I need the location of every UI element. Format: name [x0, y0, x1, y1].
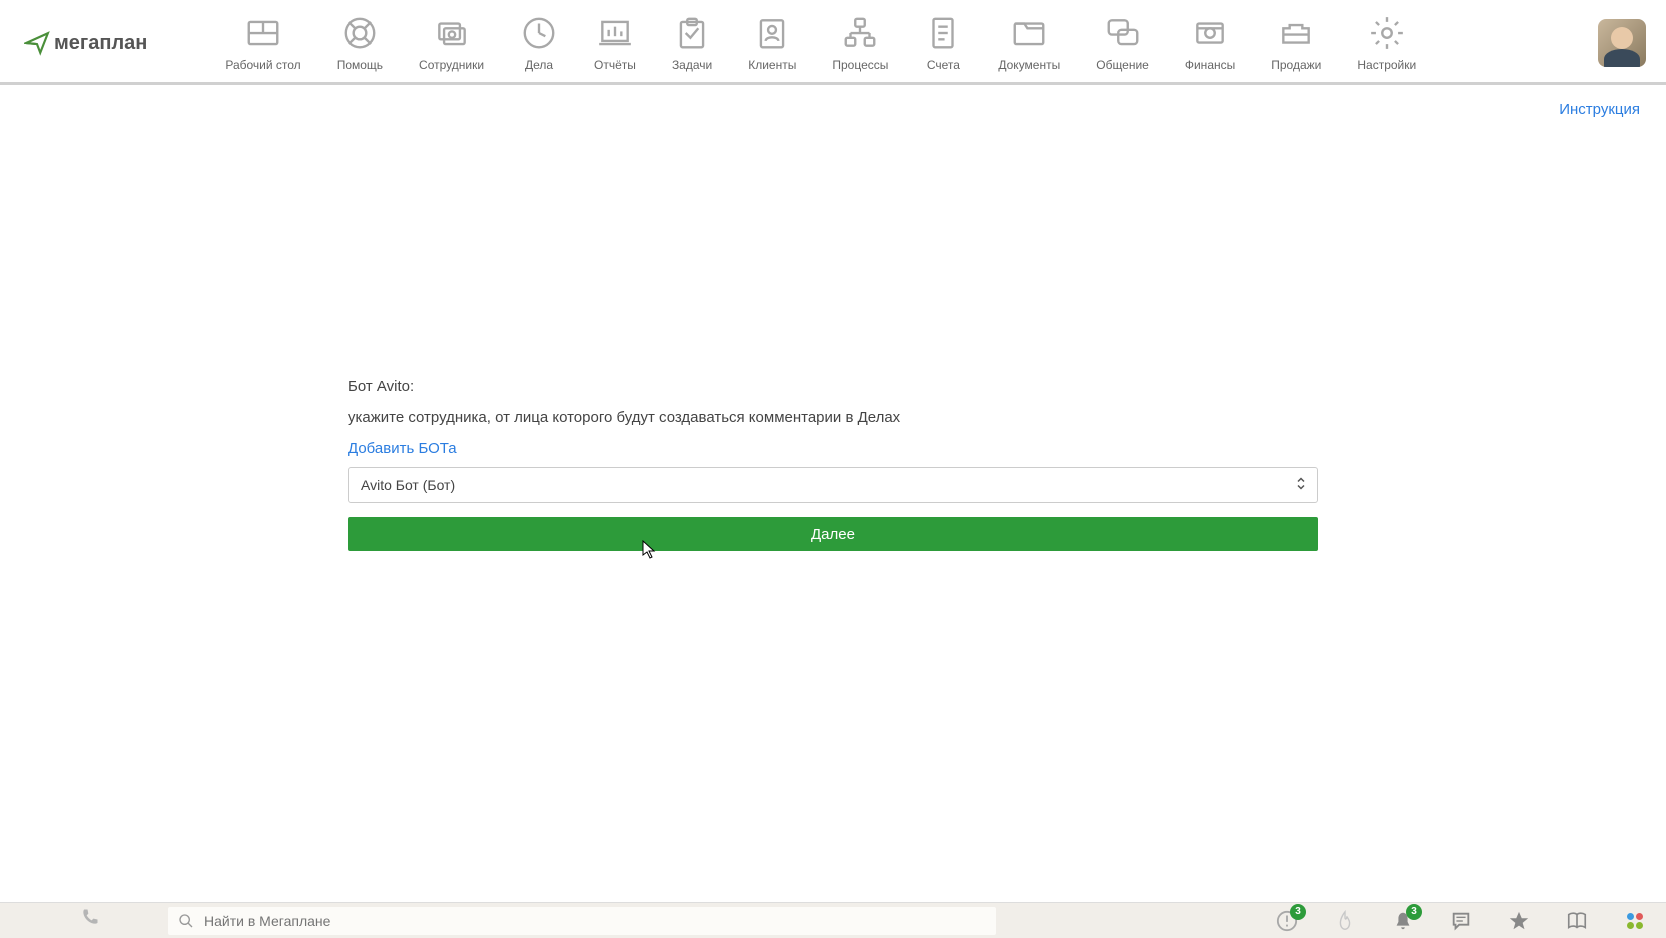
help-icon	[341, 14, 379, 52]
nav-item-clients[interactable]: Клиенты	[730, 14, 814, 72]
nav-label: Рабочий стол	[225, 58, 300, 72]
chat-icon	[1104, 14, 1142, 52]
nav-item-tasks[interactable]: Задачи	[654, 14, 730, 72]
bot-select[interactable]: Avito Бот (Бот)	[348, 467, 1318, 503]
top-navigation: мегаплан Рабочий стол Помощь Сотрудники Дел…	[0, 0, 1666, 85]
nav-item-chat[interactable]: Общение	[1078, 14, 1167, 72]
nav-label: Задачи	[672, 58, 712, 72]
nav-label: Финансы	[1185, 58, 1235, 72]
nav-item-help[interactable]: Помощь	[319, 14, 401, 72]
finance-icon	[1191, 14, 1229, 52]
instruction-link[interactable]: Инструкция	[1559, 101, 1640, 118]
bottombar-right: 3 3	[1276, 910, 1646, 932]
user-avatar[interactable]	[1598, 19, 1646, 67]
nav-item-reports[interactable]: Отчёты	[576, 14, 654, 72]
paper-plane-icon	[24, 30, 50, 56]
nav-item-documents[interactable]: Документы	[980, 14, 1078, 72]
star-icon[interactable]	[1508, 910, 1530, 932]
nav-label: Сотрудники	[419, 58, 484, 72]
search-icon	[178, 913, 194, 932]
clients-icon	[753, 14, 791, 52]
book-icon[interactable]	[1566, 910, 1588, 932]
documents-icon	[1010, 14, 1048, 52]
nav-item-finance[interactable]: Финансы	[1167, 14, 1253, 72]
bot-select-wrap: Avito Бот (Бот)	[348, 467, 1318, 503]
nav-label: Помощь	[337, 58, 383, 72]
nav-item-dashboard[interactable]: Рабочий стол	[207, 14, 318, 72]
nav-label: Настройки	[1357, 58, 1416, 72]
logo[interactable]: мегаплан	[24, 30, 147, 56]
alerts-badge: 3	[1290, 904, 1306, 920]
fire-icon[interactable]	[1334, 910, 1356, 932]
form-title: Бот Avito:	[348, 378, 1318, 395]
nav-label: Документы	[998, 58, 1060, 72]
reports-icon	[596, 14, 634, 52]
bell-icon[interactable]: 3	[1392, 910, 1414, 932]
alerts-icon[interactable]: 3	[1276, 910, 1298, 932]
search-input[interactable]	[168, 907, 996, 935]
nav-label: Счета	[927, 58, 960, 72]
invoices-icon	[924, 14, 962, 52]
dashboard-icon	[244, 14, 282, 52]
form-subtitle: укажите сотрудника, от лица которого буд…	[348, 409, 1318, 426]
nav-item-invoices[interactable]: Счета	[906, 14, 980, 72]
nav-label: Клиенты	[748, 58, 796, 72]
nav-item-employees[interactable]: Сотрудники	[401, 14, 502, 72]
instruction-link-row: Инструкция	[0, 85, 1666, 118]
nav-item-sales[interactable]: Продажи	[1253, 14, 1339, 72]
brand-text: мегаплан	[54, 32, 147, 55]
nav-item-processes[interactable]: Процессы	[814, 14, 906, 72]
deals-icon	[520, 14, 558, 52]
processes-icon	[841, 14, 879, 52]
phone-icon[interactable]	[80, 907, 100, 930]
add-bot-link[interactable]: Добавить БОТа	[348, 440, 457, 457]
nav-item-deals[interactable]: Дела	[502, 14, 576, 72]
next-button[interactable]: Далее	[348, 517, 1318, 551]
bell-badge: 3	[1406, 904, 1422, 920]
tasks-icon	[673, 14, 711, 52]
nav-label: Дела	[525, 58, 553, 72]
bottom-bar: 3 3	[0, 902, 1666, 938]
settings-icon	[1368, 14, 1406, 52]
main-content: Бот Avito: укажите сотрудника, от лица к…	[348, 378, 1318, 551]
nav-label: Продажи	[1271, 58, 1321, 72]
nav-item-settings[interactable]: Настройки	[1339, 14, 1434, 72]
employees-icon	[433, 14, 471, 52]
search-wrap	[168, 907, 996, 935]
nav-items: Рабочий стол Помощь Сотрудники Дела Отчёты За…	[207, 14, 1434, 72]
nav-label: Процессы	[832, 58, 888, 72]
apps-icon[interactable]	[1624, 910, 1646, 932]
sales-icon	[1277, 14, 1315, 52]
nav-label: Отчёты	[594, 58, 636, 72]
nav-label: Общение	[1096, 58, 1149, 72]
message-icon[interactable]	[1450, 910, 1472, 932]
